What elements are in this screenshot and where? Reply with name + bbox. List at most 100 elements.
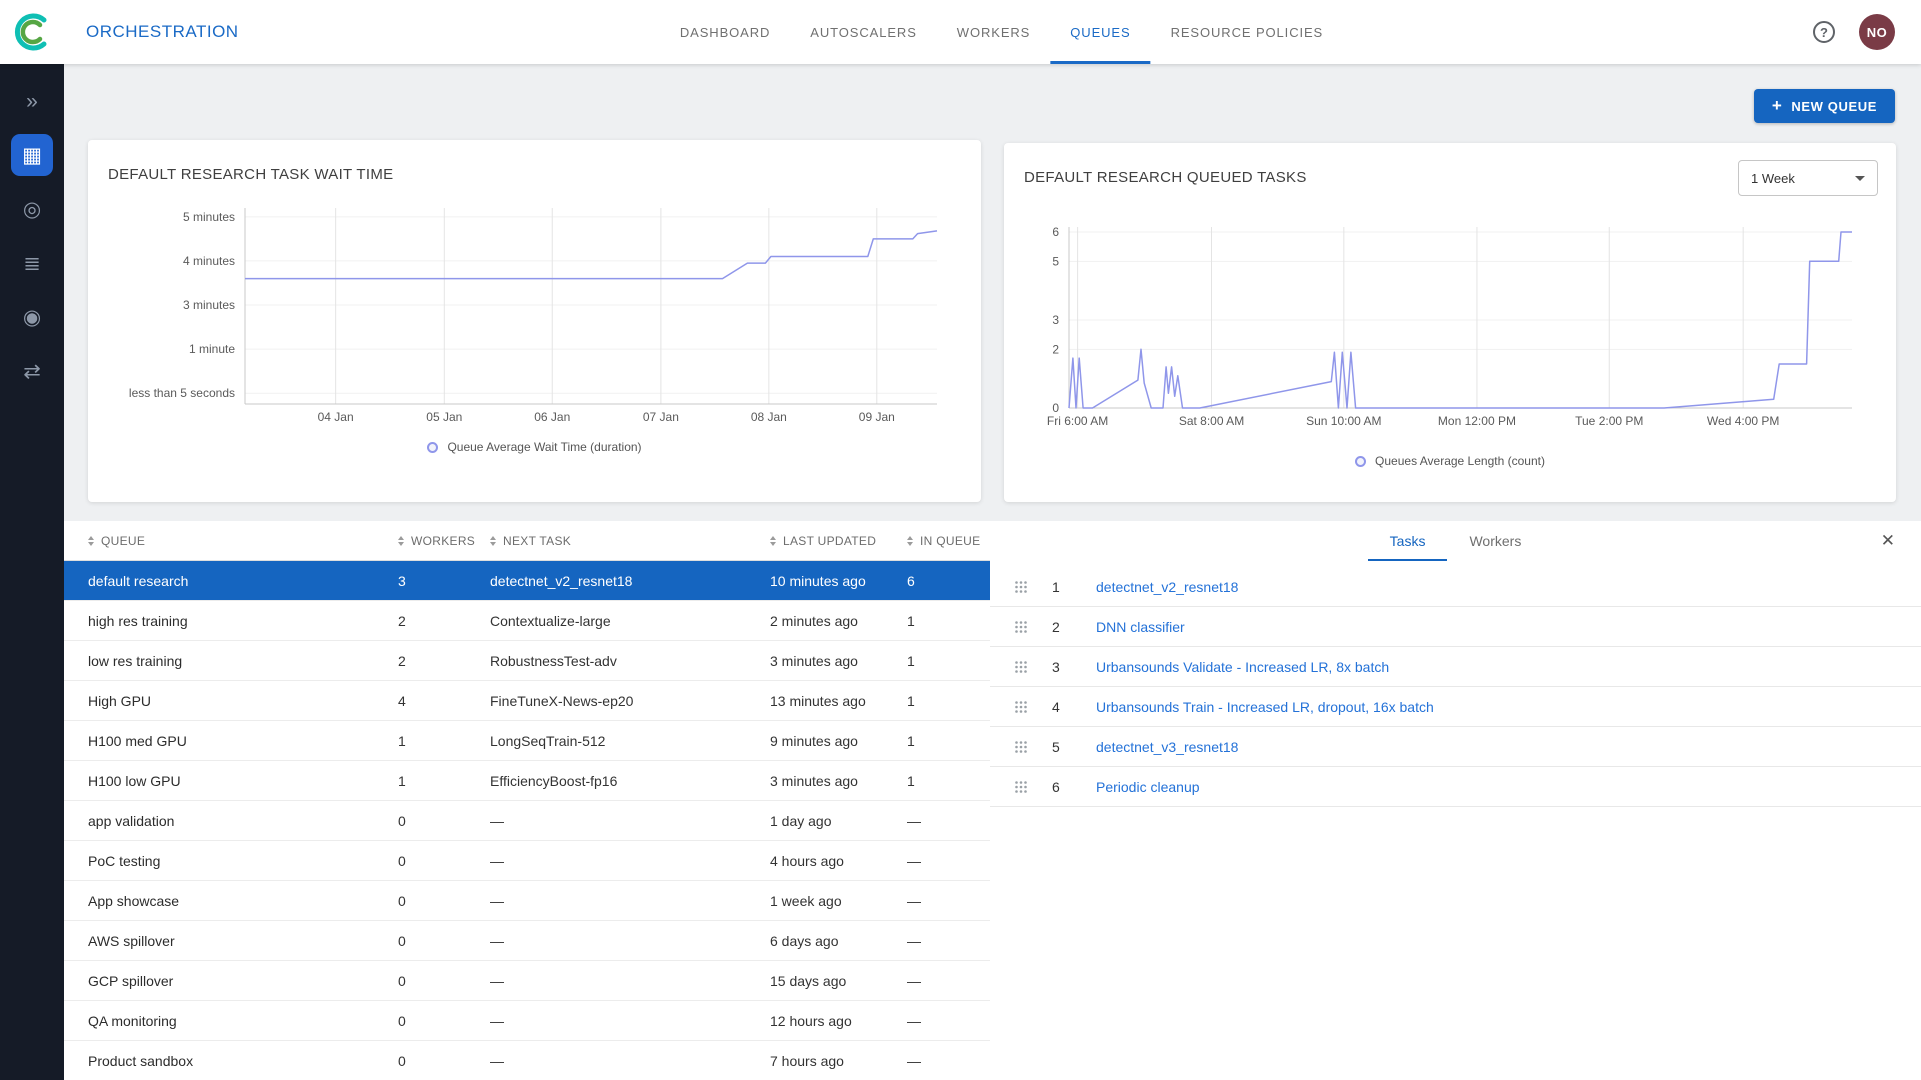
task-list: 1 detectnet_v2_resnet18 2 DNN classifier bbox=[990, 567, 1921, 807]
y-tick-label: 4 minutes bbox=[183, 254, 235, 268]
new-queue-button[interactable]: + NEW QUEUE bbox=[1754, 89, 1895, 123]
task-index: 4 bbox=[1052, 699, 1074, 715]
queue-row[interactable]: Product sandbox 0 — 7 hours ago — bbox=[64, 1041, 990, 1080]
x-tick-label: 09 Jan bbox=[859, 410, 895, 424]
queue-row[interactable]: QA monitoring 0 — 12 hours ago — bbox=[64, 1001, 990, 1041]
task-link[interactable]: Urbansounds Train - Increased LR, dropou… bbox=[1096, 699, 1434, 715]
queue-workers: 3 bbox=[398, 573, 490, 589]
drag-handle-icon[interactable] bbox=[1014, 660, 1028, 674]
queue-row[interactable]: PoC testing 0 — 4 hours ago — bbox=[64, 841, 990, 881]
column-label: IN QUEUE bbox=[920, 534, 980, 548]
y-tick-label: 1 minute bbox=[189, 342, 235, 356]
panel-tab[interactable]: Tasks bbox=[1368, 521, 1448, 561]
queue-next-task: detectnet_v2_resnet18 bbox=[490, 573, 770, 589]
queue-row[interactable]: low res training 2 RobustnessTest-adv 3 … bbox=[64, 641, 990, 681]
task-row[interactable]: 3 Urbansounds Validate - Increased LR, 8… bbox=[990, 647, 1921, 687]
queue-name: App showcase bbox=[88, 893, 398, 909]
task-index: 2 bbox=[1052, 619, 1074, 635]
queue-row[interactable]: H100 low GPU 1 EfficiencyBoost-fp16 3 mi… bbox=[64, 761, 990, 801]
column-header-queue[interactable]: QUEUE bbox=[88, 534, 398, 548]
task-link[interactable]: detectnet_v3_resnet18 bbox=[1096, 739, 1238, 755]
nav-tab[interactable]: WORKERS bbox=[937, 0, 1050, 64]
nav-tab[interactable]: QUEUES bbox=[1050, 0, 1150, 64]
queue-next-task: EfficiencyBoost-fp16 bbox=[490, 773, 770, 789]
queue-in-queue: — bbox=[907, 1053, 990, 1069]
new-queue-label: NEW QUEUE bbox=[1791, 99, 1877, 114]
avatar[interactable]: NO bbox=[1859, 14, 1895, 50]
help-icon[interactable]: ? bbox=[1813, 21, 1835, 43]
queue-last-updated: 13 minutes ago bbox=[770, 693, 907, 709]
queue-row[interactable]: High GPU 4 FineTuneX-News-ep20 13 minute… bbox=[64, 681, 990, 721]
queue-workers: 0 bbox=[398, 893, 490, 909]
queue-workers: 0 bbox=[398, 853, 490, 869]
nav-tab[interactable]: DASHBOARD bbox=[660, 0, 790, 64]
queue-row[interactable]: app validation 0 — 1 day ago — bbox=[64, 801, 990, 841]
nav-tab[interactable]: AUTOSCALERS bbox=[790, 0, 936, 64]
task-row[interactable]: 2 DNN classifier bbox=[990, 607, 1921, 647]
column-header-workers[interactable]: WORKERS bbox=[398, 534, 490, 548]
datasets-icon[interactable]: ≣ bbox=[11, 242, 53, 284]
clearml-logo[interactable] bbox=[0, 11, 64, 53]
left-sidebar: » ▦ ◎ ≣ ◉ ⇄ bbox=[0, 64, 64, 1080]
queue-detail-panel: TasksWorkers ✕ 1 detectnet_v2_resnet18 bbox=[990, 521, 1921, 1080]
queued-tasks-legend: Queues Average Length (count) bbox=[1004, 454, 1896, 468]
queue-workers: 0 bbox=[398, 813, 490, 829]
x-tick-label: Fri 6:00 AM bbox=[1047, 414, 1108, 428]
queue-last-updated: 10 minutes ago bbox=[770, 573, 907, 589]
drag-handle-icon[interactable] bbox=[1014, 620, 1028, 634]
column-header-last-updated[interactable]: LAST UPDATED bbox=[770, 534, 907, 548]
queue-name: GCP spillover bbox=[88, 973, 398, 989]
task-row[interactable]: 6 Periodic cleanup bbox=[990, 767, 1921, 807]
y-tick-label: 0 bbox=[1052, 401, 1059, 415]
queue-workers: 0 bbox=[398, 1013, 490, 1029]
reports-icon[interactable]: ◉ bbox=[11, 296, 53, 338]
panel-tab[interactable]: Workers bbox=[1447, 521, 1543, 561]
task-link[interactable]: DNN classifier bbox=[1096, 619, 1185, 635]
drag-handle-icon[interactable] bbox=[1014, 580, 1028, 594]
task-row[interactable]: 4 Urbansounds Train - Increased LR, drop… bbox=[990, 687, 1921, 727]
column-header-next-task[interactable]: NEXT TASK bbox=[490, 534, 770, 548]
queue-name: Product sandbox bbox=[88, 1053, 398, 1069]
x-tick-label: Sun 10:00 AM bbox=[1306, 414, 1381, 428]
queue-workers: 2 bbox=[398, 653, 490, 669]
drag-handle-icon[interactable] bbox=[1014, 740, 1028, 754]
orchestration-icon[interactable]: ▦ bbox=[11, 134, 53, 176]
drag-handle-icon[interactable] bbox=[1014, 780, 1028, 794]
close-icon[interactable]: ✕ bbox=[1881, 531, 1895, 551]
logo-icon bbox=[11, 11, 53, 53]
queue-row[interactable]: GCP spillover 0 — 15 days ago — bbox=[64, 961, 990, 1001]
column-header-in-queue[interactable]: IN QUEUE bbox=[907, 534, 990, 548]
queue-name: H100 low GPU bbox=[88, 773, 398, 789]
nav-tab[interactable]: RESOURCE POLICIES bbox=[1151, 0, 1344, 64]
queue-row[interactable]: AWS spillover 0 — 6 days ago — bbox=[64, 921, 990, 961]
column-label: WORKERS bbox=[411, 534, 475, 548]
queue-workers: 4 bbox=[398, 693, 490, 709]
queue-next-task: FineTuneX-News-ep20 bbox=[490, 693, 770, 709]
queue-row[interactable]: H100 med GPU 1 LongSeqTrain-512 9 minute… bbox=[64, 721, 990, 761]
queue-row[interactable]: high res training 2 Contextualize-large … bbox=[64, 601, 990, 641]
queue-next-task: LongSeqTrain-512 bbox=[490, 733, 770, 749]
pipelines-icon[interactable]: ⇄ bbox=[11, 350, 53, 392]
y-tick-label: 3 minutes bbox=[183, 298, 235, 312]
top-navbar: ORCHESTRATION DASHBOARDAUTOSCALERSWORKER… bbox=[0, 0, 1921, 64]
drag-handle-icon[interactable] bbox=[1014, 700, 1028, 714]
queue-in-queue: — bbox=[907, 973, 990, 989]
apps-icon[interactable]: » bbox=[11, 80, 53, 122]
task-row[interactable]: 5 detectnet_v3_resnet18 bbox=[990, 727, 1921, 767]
queue-last-updated: 3 minutes ago bbox=[770, 653, 907, 669]
queue-last-updated: 1 day ago bbox=[770, 813, 907, 829]
task-link[interactable]: detectnet_v2_resnet18 bbox=[1096, 579, 1238, 595]
task-index: 6 bbox=[1052, 779, 1074, 795]
queue-last-updated: 1 week ago bbox=[770, 893, 907, 909]
queue-row[interactable]: default research 3 detectnet_v2_resnet18… bbox=[64, 561, 990, 601]
sort-icon bbox=[88, 536, 94, 546]
task-link[interactable]: Urbansounds Validate - Increased LR, 8x … bbox=[1096, 659, 1389, 675]
queue-row[interactable]: App showcase 0 — 1 week ago — bbox=[64, 881, 990, 921]
legend-label: Queue Average Wait Time (duration) bbox=[447, 440, 641, 454]
task-link[interactable]: Periodic cleanup bbox=[1096, 779, 1200, 795]
queue-in-queue: — bbox=[907, 933, 990, 949]
topbar-right: ? NO bbox=[1813, 14, 1921, 50]
workers-icon[interactable]: ◎ bbox=[11, 188, 53, 230]
legend-marker-icon bbox=[427, 442, 438, 453]
task-row[interactable]: 1 detectnet_v2_resnet18 bbox=[990, 567, 1921, 607]
